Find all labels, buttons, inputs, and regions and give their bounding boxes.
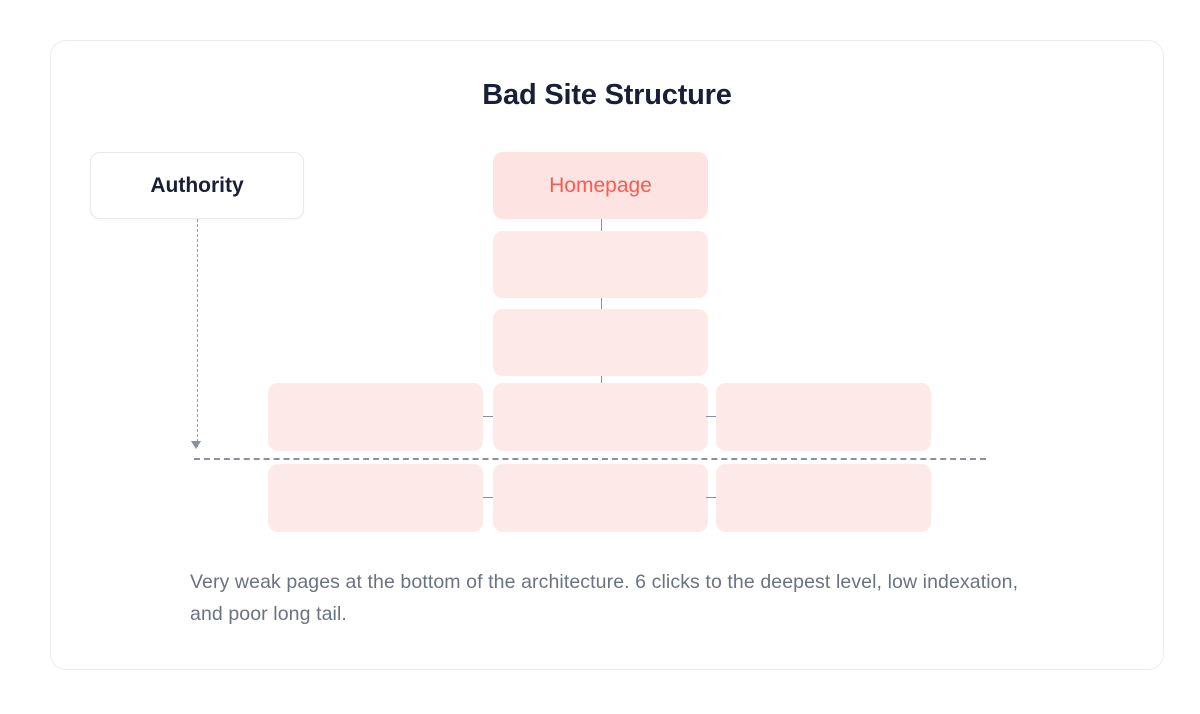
node-level5-mid [493,464,708,532]
node-homepage: Homepage [493,152,708,219]
node-level4-mid [493,383,708,451]
connector-level4-left-to-mid [483,416,493,417]
node-level2-mid [493,231,708,298]
connector-level5-left-to-mid [483,497,493,498]
node-level5-right [716,464,931,532]
connector-homepage-to-level2 [600,219,602,231]
diagram-caption: Very weak pages at the bottom of the arc… [190,571,1019,625]
connector-level4-mid-to-right [706,416,716,417]
connector-level5-mid-to-right [706,497,716,498]
authority-dashed-line [197,219,198,447]
node-level4-left [268,383,483,451]
authority-arrowhead-icon [191,441,201,449]
diagram-card: Bad Site Structure Authority Homepage Ve… [50,40,1164,670]
authority-box: Authority [90,152,304,219]
authority-cutoff-line [194,458,986,460]
node-level5-left [268,464,483,532]
node-level4-right [716,383,931,451]
node-level3-mid [493,309,708,376]
